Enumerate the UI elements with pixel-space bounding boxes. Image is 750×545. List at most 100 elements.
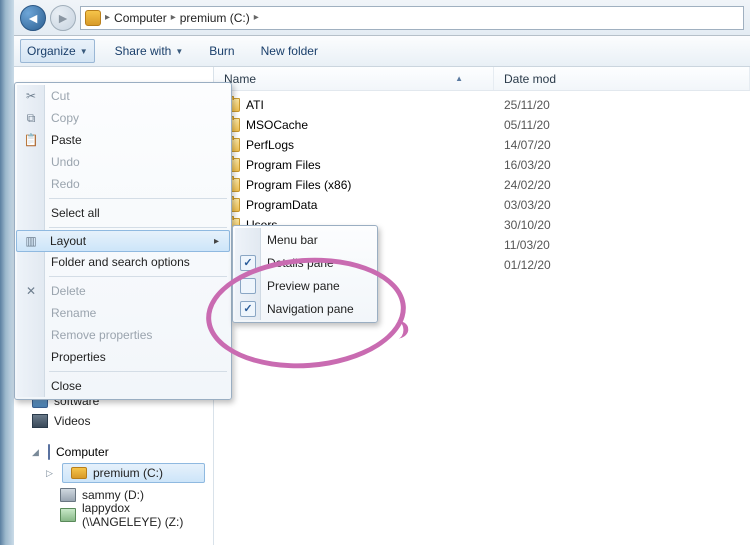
file-row[interactable]: ProgramData 03/03/20 bbox=[214, 195, 750, 215]
file-row[interactable]: MSOCache 05/11/20 bbox=[214, 115, 750, 135]
computer-icon bbox=[85, 10, 101, 26]
menu-separator bbox=[49, 227, 227, 228]
file-date-cell: 03/03/20 bbox=[494, 198, 750, 212]
sidebar-item-label: premium (C:) bbox=[93, 466, 163, 480]
menu-separator bbox=[49, 198, 227, 199]
network-drive-icon bbox=[60, 507, 76, 523]
file-date-cell: 01/12/20 bbox=[494, 258, 750, 272]
delete-icon: ✕ bbox=[23, 283, 39, 299]
chevron-right-icon: ▸ bbox=[171, 12, 176, 23]
paste-icon: 📋 bbox=[23, 132, 39, 148]
organize-label: Organize bbox=[27, 44, 76, 58]
file-name: PerfLogs bbox=[246, 138, 294, 152]
file-date-cell: 11/03/20 bbox=[494, 238, 750, 252]
sidebar-item-videos[interactable]: Videos bbox=[24, 411, 213, 431]
file-row[interactable]: Program Files (x86) 24/02/20 bbox=[214, 175, 750, 195]
file-date-cell: 24/02/20 bbox=[494, 178, 750, 192]
sidebar-item-label: Computer bbox=[56, 445, 109, 459]
submenu-item-preview-pane[interactable]: ✓Preview pane bbox=[235, 274, 375, 297]
menu-item-delete[interactable]: ✕Delete bbox=[17, 280, 229, 302]
check-icon: ✓ bbox=[240, 301, 256, 317]
menu-item-redo[interactable]: Redo bbox=[17, 173, 229, 195]
organize-button[interactable]: Organize ▼ bbox=[20, 39, 95, 63]
chevron-down-icon: ▼ bbox=[80, 47, 88, 56]
sidebar-computer-header[interactable]: ◢ Computer bbox=[24, 443, 213, 461]
check-icon: ✓ bbox=[240, 278, 256, 294]
file-name: Program Files bbox=[246, 158, 321, 172]
file-row[interactable]: PerfLogs 14/07/20 bbox=[214, 135, 750, 155]
column-header-name[interactable]: Name ▲ bbox=[214, 67, 494, 90]
collapse-icon[interactable]: ◢ bbox=[32, 447, 42, 458]
layout-icon: ▥ bbox=[23, 233, 39, 249]
file-name: ATI bbox=[246, 98, 264, 112]
breadcrumb-bar[interactable]: ▸ Computer ▸ premium (C:) ▸ bbox=[80, 6, 744, 30]
drive-icon bbox=[60, 487, 76, 503]
submenu-item-navigation-pane[interactable]: ✓Navigation pane bbox=[235, 297, 375, 320]
computer-icon bbox=[48, 445, 50, 459]
file-date-cell: 14/07/20 bbox=[494, 138, 750, 152]
videos-icon bbox=[32, 413, 48, 429]
sidebar-item-label: sammy (D:) bbox=[82, 488, 144, 502]
menu-item-remove-properties[interactable]: Remove properties bbox=[17, 324, 229, 346]
layout-submenu: Menu bar ✓Details pane ✓Preview pane ✓Na… bbox=[232, 225, 378, 323]
toolbar: Organize ▼ Share with ▼ Burn New folder bbox=[14, 36, 750, 67]
file-name: Program Files (x86) bbox=[246, 178, 351, 192]
menu-item-close[interactable]: Close bbox=[17, 375, 229, 397]
menu-item-folder-options[interactable]: Folder and search options bbox=[17, 251, 229, 273]
submenu-item-menubar[interactable]: Menu bar bbox=[235, 228, 375, 251]
submenu-item-details-pane[interactable]: ✓Details pane bbox=[235, 251, 375, 274]
sidebar-drive-premium[interactable]: premium (C:) bbox=[62, 463, 205, 483]
sidebar-drive-header: ▷ premium (C:) bbox=[38, 461, 213, 485]
window-border bbox=[0, 0, 14, 545]
cut-icon: ✂ bbox=[23, 88, 39, 104]
file-name-cell: Program Files bbox=[214, 158, 494, 172]
sidebar-item-label: lappydox (\\ANGELEYE) (Z:) bbox=[82, 501, 205, 529]
new-folder-button[interactable]: New folder bbox=[255, 40, 324, 62]
column-header-date[interactable]: Date mod bbox=[494, 67, 750, 90]
back-button[interactable]: ◄ bbox=[20, 5, 46, 31]
breadcrumb-root[interactable]: Computer bbox=[114, 11, 167, 25]
file-name-cell: Program Files (x86) bbox=[214, 178, 494, 192]
chevron-right-icon: ▸ bbox=[214, 236, 219, 247]
sort-asc-icon: ▲ bbox=[455, 74, 463, 83]
check-icon: ✓ bbox=[240, 255, 256, 271]
file-name: MSOCache bbox=[246, 118, 308, 132]
file-name-cell: MSOCache bbox=[214, 118, 494, 132]
organize-menu: ✂Cut ⧉Copy 📋Paste Undo Redo Select all ▥… bbox=[14, 82, 232, 400]
chevron-right-icon: ▸ bbox=[105, 12, 110, 23]
file-date-cell: 30/10/20 bbox=[494, 218, 750, 232]
file-row[interactable]: ATI 25/11/20 bbox=[214, 95, 750, 115]
share-label: Share with bbox=[115, 44, 172, 58]
copy-icon: ⧉ bbox=[23, 110, 39, 126]
nav-header: ◄ ► ▸ Computer ▸ premium (C:) ▸ bbox=[14, 0, 750, 36]
menu-item-select-all[interactable]: Select all bbox=[17, 202, 229, 224]
sidebar-drive-lappydox[interactable]: lappydox (\\ANGELEYE) (Z:) bbox=[52, 505, 213, 525]
column-header-row: Name ▲ Date mod bbox=[214, 67, 750, 91]
menu-item-undo[interactable]: Undo bbox=[17, 151, 229, 173]
file-date-cell: 16/03/20 bbox=[494, 158, 750, 172]
chevron-down-icon: ▼ bbox=[175, 47, 183, 56]
forward-button[interactable]: ► bbox=[50, 5, 76, 31]
file-date-cell: 05/11/20 bbox=[494, 118, 750, 132]
sidebar-computer-group: ◢ Computer ▷ premium (C:) sammy (D:) bbox=[24, 443, 213, 525]
menu-separator bbox=[49, 371, 227, 372]
menu-item-rename[interactable]: Rename bbox=[17, 302, 229, 324]
menu-item-paste[interactable]: 📋Paste bbox=[17, 129, 229, 151]
menu-separator bbox=[49, 276, 227, 277]
chevron-right-icon: ▸ bbox=[254, 12, 259, 23]
menu-item-copy[interactable]: ⧉Copy bbox=[17, 107, 229, 129]
file-name-cell: ProgramData bbox=[214, 198, 494, 212]
expand-icon[interactable]: ▷ bbox=[46, 468, 56, 479]
sidebar-item-label: Videos bbox=[54, 414, 90, 428]
file-date-cell: 25/11/20 bbox=[494, 98, 750, 112]
file-name: ProgramData bbox=[246, 198, 317, 212]
menu-item-properties[interactable]: Properties bbox=[17, 346, 229, 368]
share-with-button[interactable]: Share with ▼ bbox=[109, 40, 190, 62]
menu-item-layout[interactable]: ▥Layout▸ bbox=[16, 230, 230, 252]
menu-item-cut[interactable]: ✂Cut bbox=[17, 85, 229, 107]
file-name-cell: ATI bbox=[214, 98, 494, 112]
file-name-cell: PerfLogs bbox=[214, 138, 494, 152]
burn-button[interactable]: Burn bbox=[203, 40, 240, 62]
file-row[interactable]: Program Files 16/03/20 bbox=[214, 155, 750, 175]
breadcrumb-drive[interactable]: premium (C:) bbox=[180, 11, 250, 25]
